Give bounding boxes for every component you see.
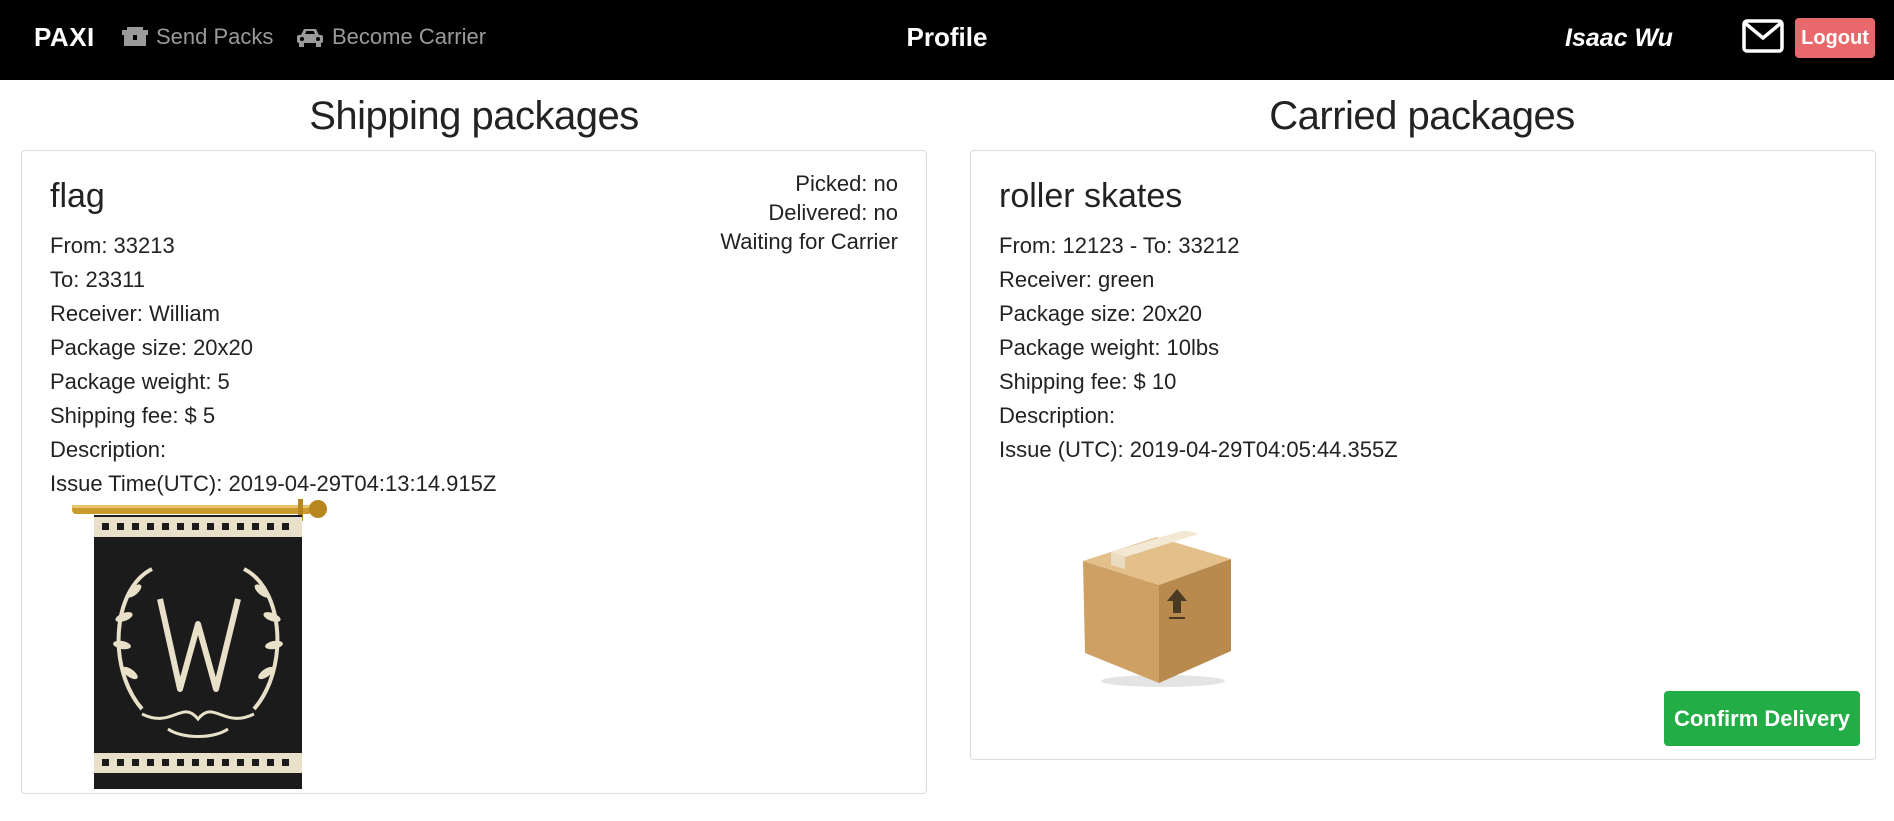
package-size: Package size: 20x20 (50, 335, 254, 360)
car-icon (296, 27, 324, 47)
delivered-status: Delivered: no (768, 200, 898, 225)
nav-send-packs-label: Send Packs (156, 24, 274, 49)
package-image-flag (72, 499, 372, 789)
package-size: Package size: 20x20 (999, 301, 1203, 326)
picked-status: Picked: no (795, 171, 898, 196)
package-receiver: Receiver: William (50, 301, 220, 326)
confirm-delivery-button[interactable]: Confirm Delivery (1664, 691, 1860, 746)
package-name: roller skates (999, 177, 1183, 215)
package-fee: Shipping fee: $ 10 (999, 369, 1177, 394)
package-weight: Package weight: 5 (50, 369, 230, 394)
mail-icon[interactable] (1742, 19, 1784, 53)
package-description: Description: (999, 403, 1116, 428)
carrier-status: Waiting for Carrier (720, 229, 898, 254)
package-status-block: Picked: no Delivered: no Waiting for Car… (720, 169, 898, 256)
package-description: Description: (50, 437, 167, 462)
nav-become-carrier-label: Become Carrier (332, 24, 487, 49)
package-route: From: 12123 - To: 33212 (999, 233, 1240, 258)
brand-logo[interactable]: PAXI (34, 22, 95, 53)
boxes-icon (122, 27, 148, 47)
logout-button[interactable]: Logout (1795, 18, 1875, 58)
package-weight: Package weight: 10lbs (999, 335, 1220, 360)
carried-package-card: roller skates From: 12123 - To: 33212 Re… (970, 150, 1876, 760)
package-fee: Shipping fee: $ 5 (50, 403, 216, 428)
package-name: flag (50, 177, 105, 215)
user-name[interactable]: Isaac Wu (1565, 24, 1673, 53)
package-to: To: 23311 (50, 267, 146, 292)
nav-become-carrier[interactable]: Become Carrier (296, 24, 486, 50)
carried-packages-heading: Carried packages (1269, 94, 1575, 138)
shipping-packages-heading: Shipping packages (309, 94, 639, 138)
nav-send-packs[interactable]: Send Packs (122, 24, 273, 50)
package-image-box (1079, 530, 1239, 691)
package-from: From: 33213 (50, 233, 175, 258)
package-issue-time: Issue (UTC): 2019-04-29T04:05:44.355Z (999, 437, 1398, 462)
top-navbar: PAXI Send Packs Become Carrier Profile I… (0, 0, 1894, 80)
package-receiver: Receiver: green (999, 267, 1155, 292)
package-issue-time: Issue Time(UTC): 2019-04-29T04:13:14.915… (50, 471, 497, 496)
shipping-package-card: flag From: 33213 To: 23311 Receiver: Wil… (21, 150, 927, 794)
